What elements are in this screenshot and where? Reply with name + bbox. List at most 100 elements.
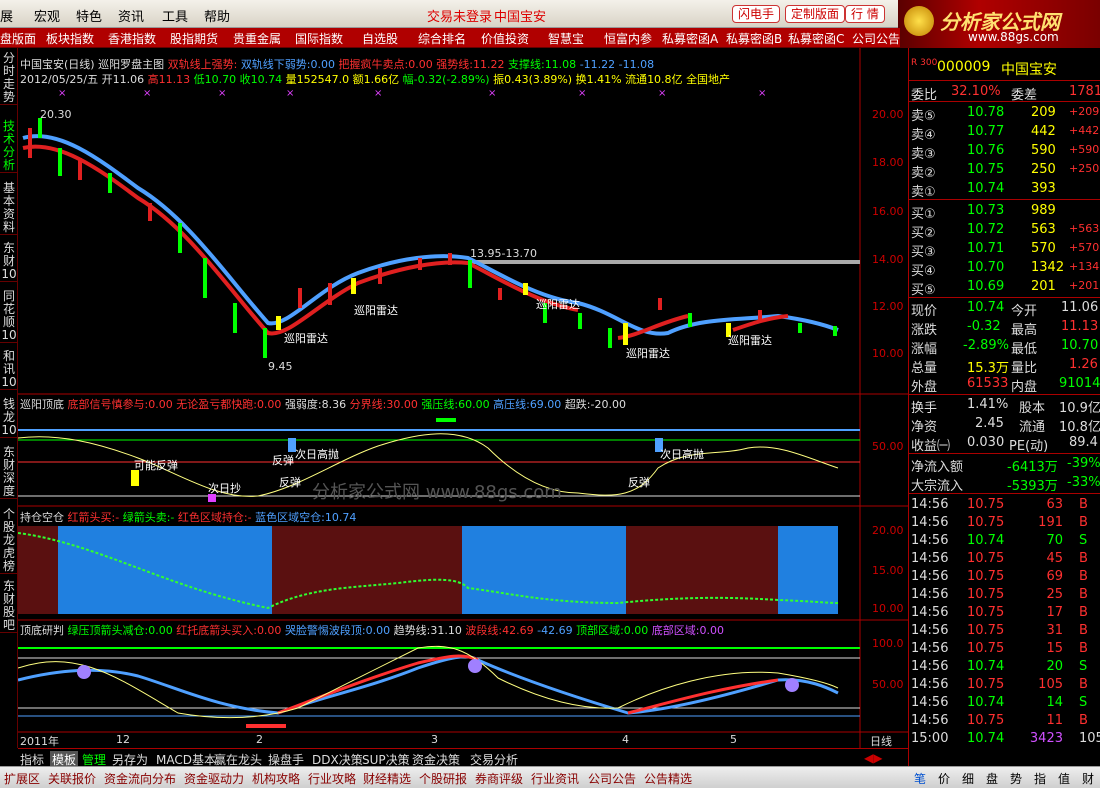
link-fund-flow[interactable]: 资金流向分布 [104,770,176,787]
ask-row[interactable]: 卖② 10.75 250 +250 [909,160,1100,181]
svg-text:×: × [488,88,496,99]
signal-dots: × × × × × × × × × [58,88,766,99]
y-tick: 10.00 [872,602,904,615]
nav-item[interactable]: 自选股 [362,30,398,47]
tab-eastmoney-depth[interactable]: 东财深度 [0,446,18,499]
left-function-tabs: 分时走势 技术分析 基本资料 东财 10 同花顺 10 和讯 10 钱龙 10 东财深度… [0,48,18,748]
panel2-header: 巡阳顶底 底部信号慎参与:0.00 无论盈亏都快跑:0.00 强弱度:8.36 … [20,398,626,411]
ask-row[interactable]: 卖⑤ 10.78 209 +209 [909,103,1100,124]
svg-text:×: × [374,88,382,99]
nav-item[interactable]: 价值投资 [481,30,529,47]
nav-item[interactable]: 贵重金属 [233,30,281,47]
tab-tonghuashun[interactable]: 同花顺 10 [0,290,18,343]
link-announcement-pick[interactable]: 公告精选 [644,770,692,787]
rtab-price[interactable]: 价 [938,770,950,787]
signal-label: 次日高抛 [660,448,704,461]
nav-item[interactable]: 私募密函C [788,30,844,47]
crying-face-icon [468,659,482,673]
menu-help[interactable]: 帮助 [204,6,230,25]
link-extend[interactable]: 扩展区 [4,770,40,787]
svg-text:×: × [218,88,226,99]
rtab-index[interactable]: 指 [1034,770,1046,787]
bid-row[interactable]: 买④10.701342+1342 [909,258,1100,279]
current-stock-label: 中国宝安 [494,10,547,25]
signal-label: 反弹 [628,476,650,489]
rtab-orderbook[interactable]: 盘 [986,770,998,787]
flow-row: 大宗流入 -5393万 -33% [911,475,1100,494]
x-tick: 12 [116,733,130,746]
link-fund-drive[interactable]: 资金驱动力 [184,770,244,787]
stat-row: 净资 2.45 流通 10.8亿 [911,416,1100,435]
tick-row: 14:56 10.75 15 B [911,641,1088,656]
link-announcement[interactable]: 公司公告 [588,770,636,787]
nav-item[interactable]: 私募密函A [662,30,718,47]
market-badge: R 300 [911,58,938,68]
quote-header: R 300 000009 中国宝安 [909,58,1100,78]
flash-trade-button[interactable]: 闪电手 [732,5,781,23]
link-rating[interactable]: 券商评级 [475,770,523,787]
y-tick: 100.0 [872,637,904,650]
nav-item[interactable]: 综合排名 [418,30,466,47]
signal-label: 可能反弹 [134,459,178,472]
tab-basic-info[interactable]: 基本资料 [0,182,18,235]
chart-stock-title: 中国宝安(日线) [20,58,95,71]
radar-signal-label: 巡阳雷达 [536,298,580,311]
nav-item[interactable]: 盘版面 [0,30,36,47]
menu-macro[interactable]: 宏观 [34,6,60,25]
custom-layout-button[interactable]: 定制版面 [785,5,846,23]
x-tick: 2011年 [20,735,59,748]
bid-row[interactable]: 买② 10.72 563 +563 [909,220,1100,241]
link-industry-news[interactable]: 行业资讯 [531,770,579,787]
stat-row: 收益㈠ 0.030 PE(动) 89.4 [911,435,1098,454]
tab-qianlong[interactable]: 钱龙 10 [0,398,18,438]
tab-intraday[interactable]: 分时走势 [0,52,18,105]
tick-row: 14:56 10.74 14 S [911,695,1088,710]
scroll-arrows-icon[interactable]: ◀▶ [864,751,882,765]
ask-row[interactable]: 卖④ 10.77 442 +442 [909,122,1100,143]
flow-row: 净流入额 -6413万 -39% [911,456,1100,475]
bid-row[interactable]: 买③ 10.71 570 +570 [909,239,1100,260]
tab-eastmoney[interactable]: 东财 10 [0,242,18,282]
signal-label: 反弹 [272,454,294,467]
nav-item[interactable]: 股指期货 [170,30,218,47]
nav-item[interactable]: 恒富内参 [604,30,652,47]
chart-indicator-name[interactable]: 巡阳罗盘主图 [98,58,164,71]
rtab-trend[interactable]: 势 [1010,770,1022,787]
link-finance[interactable]: 财经精选 [363,770,411,787]
link-industry[interactable]: 行业攻略 [308,770,356,787]
nav-item[interactable]: 智慧宝 [548,30,584,47]
nav-item[interactable]: 公司公告 [852,30,900,47]
tab-hexun[interactable]: 和讯 10 [0,350,18,390]
nav-item[interactable]: 香港指数 [108,30,156,47]
rtab-detail[interactable]: 细 [962,770,974,787]
y-tick: 12.00 [872,300,904,313]
quote-button[interactable]: 行 情 [845,5,885,23]
link-institution[interactable]: 机构攻略 [252,770,300,787]
nav-item[interactable]: 板块指数 [46,30,94,47]
ask-row[interactable]: 卖③ 10.76 590 +590 [909,141,1100,162]
menu-expand[interactable]: 展 [0,6,13,25]
period-selector[interactable]: 日线 [870,733,892,749]
panel4-header: 顶底研判 绿压顶箭头减仓:0.00 红托底箭头买入:0.00 哭脸警惕波段顶:0… [20,624,725,637]
nav-item[interactable]: 国际指数 [295,30,343,47]
bid-row[interactable]: 买⑤ 10.69 201 +201 [909,277,1100,298]
bid-row[interactable]: 买① 10.73 989 [909,201,1100,222]
rtab-value[interactable]: 值 [1058,770,1070,787]
menu-feature[interactable]: 特色 [76,6,102,25]
link-related[interactable]: 关联报价 [48,770,96,787]
stat-row: 涨幅 -2.89% 最低 10.70 [911,338,1099,357]
high-annotation: 20.30 [40,108,72,121]
tab-dragon-tiger[interactable]: 个股龙虎榜 [0,508,18,574]
menu-news[interactable]: 资讯 [118,6,144,25]
stock-code: 000009 [937,59,991,75]
link-research[interactable]: 个股研报 [419,770,467,787]
menu-tools[interactable]: 工具 [162,6,188,25]
rtab-trades[interactable]: 笔 [914,770,926,787]
rtab-finance[interactable]: 财 [1082,770,1094,787]
ask-row[interactable]: 卖① 10.74 393 [909,179,1100,200]
tab-technical[interactable]: 技术分析 [0,120,18,173]
tab-stock-forum[interactable]: 东财股吧 [0,580,18,633]
svg-text:×: × [578,88,586,99]
nav-item[interactable]: 私募密函B [726,30,782,47]
radar-signal-label: 巡阳雷达 [354,304,398,317]
